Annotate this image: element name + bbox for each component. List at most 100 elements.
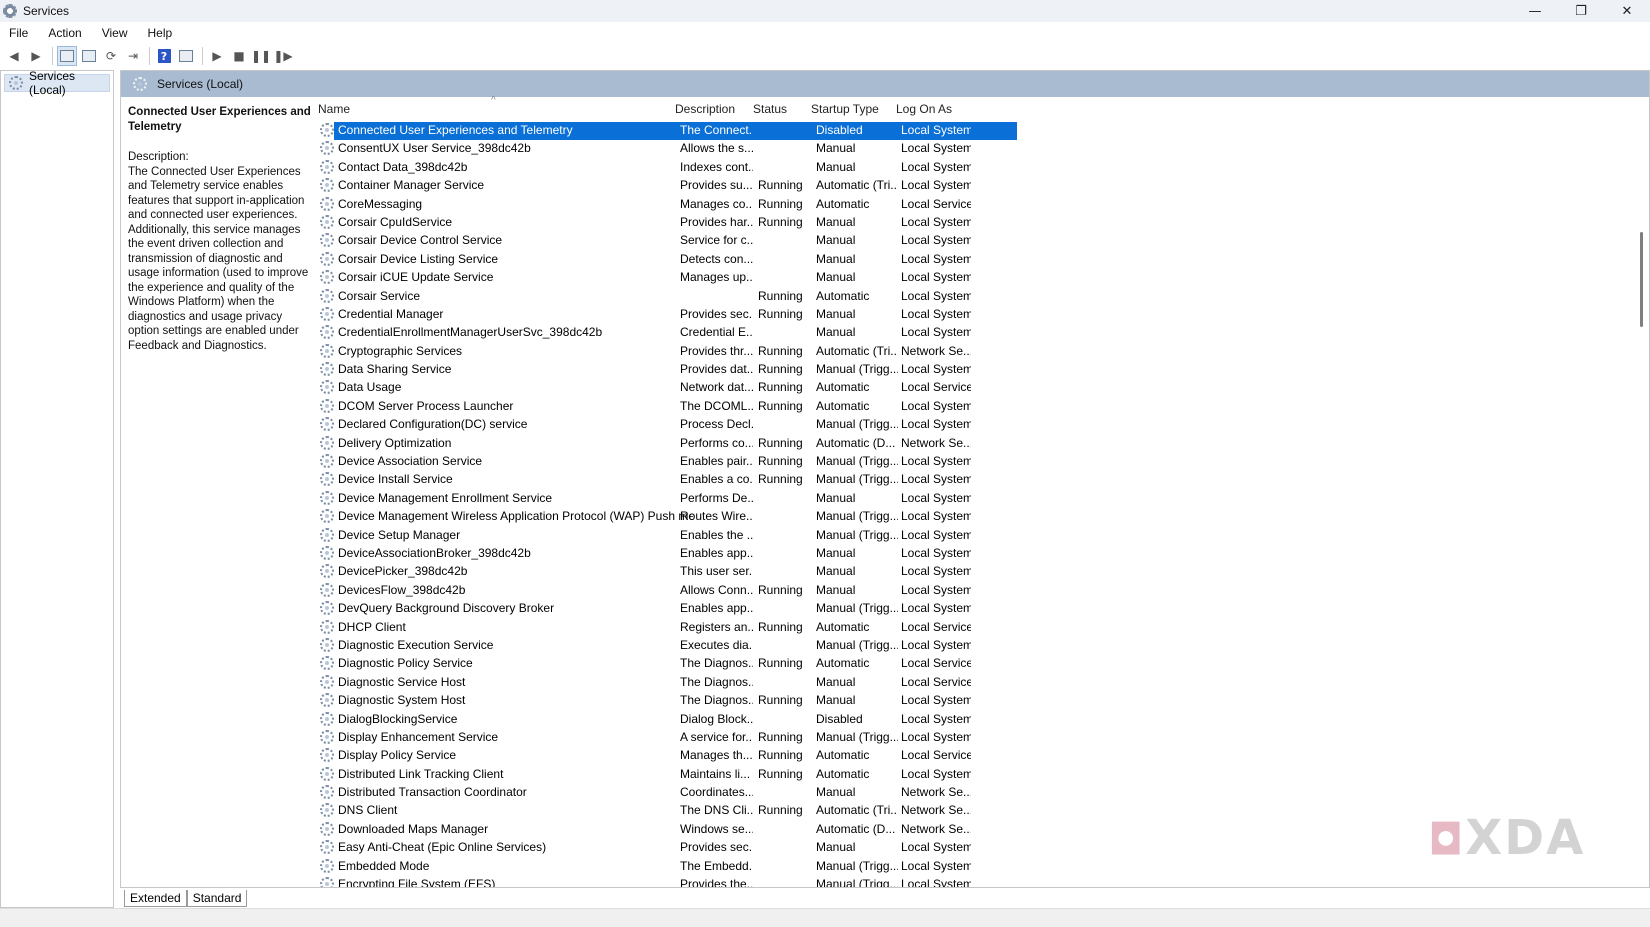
help-icon[interactable]: ? bbox=[154, 46, 174, 66]
start-service-icon[interactable]: ▶ bbox=[207, 46, 227, 66]
table-row[interactable]: DialogBlockingService Dialog Block... Disa… bbox=[318, 711, 1648, 729]
pause-service-icon[interactable]: ❚❚ bbox=[251, 46, 271, 66]
table-row[interactable]: Distributed Transaction Coordinator Coord… bbox=[318, 784, 1648, 802]
menu-help[interactable]: Help bbox=[138, 26, 183, 40]
minimize-button[interactable]: — bbox=[1512, 0, 1558, 22]
service-description: The Diagnos... bbox=[680, 656, 753, 671]
gear-icon bbox=[320, 729, 334, 744]
table-row[interactable]: Encrypting File System (EFS) Provides the… bbox=[318, 876, 1648, 887]
gear-icon bbox=[320, 821, 334, 836]
table-row[interactable]: Device Management Wireless Application P… bbox=[318, 508, 1648, 526]
table-row[interactable]: Delivery Optimization Performs co... Runni… bbox=[318, 435, 1648, 453]
menu-action[interactable]: Action bbox=[38, 26, 91, 40]
column-header-description[interactable]: Description bbox=[675, 102, 735, 116]
service-log-on-as: Local System bbox=[901, 766, 971, 781]
properties-icon[interactable] bbox=[79, 46, 99, 66]
table-row[interactable]: Credential Manager Provides sec... Running… bbox=[318, 306, 1648, 324]
service-startup-type: Automatic bbox=[816, 288, 870, 303]
menu-file[interactable]: File bbox=[0, 26, 38, 40]
show-hide-console-tree-icon[interactable] bbox=[57, 46, 77, 66]
refresh-icon[interactable]: ⟳ bbox=[101, 46, 121, 66]
service-startup-type: Manual bbox=[816, 693, 856, 708]
service-description: Provides sec... bbox=[680, 306, 753, 321]
table-row[interactable]: DeviceAssociationBroker_398dc42b Enables … bbox=[318, 545, 1648, 563]
service-description: Network dat... bbox=[680, 380, 753, 395]
table-row[interactable]: Diagnostic Policy Service The Diagnos... R… bbox=[318, 655, 1648, 673]
service-log-on-as: Local Service bbox=[901, 380, 971, 395]
table-row[interactable]: Device Install Service Enables a co... Run… bbox=[318, 471, 1648, 489]
table-row[interactable]: DevicePicker_398dc42b This user ser... Man… bbox=[318, 563, 1648, 581]
export-list-icon[interactable]: ⇥ bbox=[123, 46, 143, 66]
table-row[interactable]: Device Management Enrollment Service Perf… bbox=[318, 490, 1648, 508]
service-description: A service for... bbox=[680, 729, 753, 744]
table-row[interactable]: Corsair iCUE Update Service Manages up...… bbox=[318, 269, 1648, 287]
table-row[interactable]: Declared Configuration(DC) service Proces… bbox=[318, 416, 1648, 434]
service-description: Service for c... bbox=[680, 233, 753, 248]
table-row[interactable]: DevQuery Background Discovery Broker Enab… bbox=[318, 600, 1648, 618]
restore-button[interactable]: ❐ bbox=[1558, 0, 1604, 22]
service-log-on-as: Local System bbox=[901, 362, 971, 377]
table-row[interactable]: Device Association Service Enables pair..… bbox=[318, 453, 1648, 471]
tab-extended[interactable]: Extended bbox=[124, 889, 187, 907]
service-log-on-as: Local System bbox=[901, 251, 971, 266]
service-name: Device Install Service bbox=[338, 472, 453, 487]
service-description: Allows Conn... bbox=[680, 582, 753, 597]
table-row[interactable]: Connected User Experiences and Telemetry… bbox=[318, 122, 1648, 140]
table-row[interactable]: Container Manager Service Provides su... R… bbox=[318, 177, 1648, 195]
stop-service-icon[interactable]: ■ bbox=[229, 46, 249, 66]
service-startup-type: Manual (Trigg... bbox=[816, 601, 898, 616]
service-status: Running bbox=[758, 693, 803, 708]
tree-item-services-local[interactable]: Services (Local) bbox=[4, 69, 110, 97]
service-status: Running bbox=[758, 472, 803, 487]
table-row[interactable]: CredentialEnrollmentManagerUserSvc_398dc… bbox=[318, 324, 1648, 342]
back-arrow-icon[interactable]: ◀ bbox=[4, 46, 24, 66]
table-row[interactable]: Display Enhancement Service A service for… bbox=[318, 729, 1648, 747]
service-description: Dialog Block... bbox=[680, 711, 753, 726]
service-name: Data Sharing Service bbox=[338, 362, 452, 377]
xda-logo-icon: ◘ bbox=[1428, 815, 1466, 864]
service-name: Device Management Wireless Application P… bbox=[338, 509, 693, 524]
table-row[interactable]: CoreMessaging Manages co... Running Automat… bbox=[318, 196, 1648, 214]
table-row[interactable]: Cryptographic Services Provides thr... Run… bbox=[318, 343, 1648, 361]
column-header-startup-type[interactable]: Startup Type bbox=[811, 102, 879, 116]
service-name: Display Policy Service bbox=[338, 748, 457, 763]
column-header-status[interactable]: Status bbox=[753, 102, 787, 116]
service-log-on-as: Local Service bbox=[901, 619, 971, 634]
service-startup-type: Automatic (Tri... bbox=[816, 178, 898, 193]
forward-arrow-icon[interactable]: ▶ bbox=[26, 46, 46, 66]
column-header-name[interactable]: Name bbox=[318, 102, 350, 116]
close-button[interactable]: ✕ bbox=[1604, 0, 1650, 22]
table-row[interactable]: Data Usage Network dat... Running Automatic… bbox=[318, 379, 1648, 397]
table-row[interactable]: Diagnostic Execution Service Executes dia… bbox=[318, 637, 1648, 655]
vertical-scrollbar[interactable] bbox=[1640, 232, 1643, 327]
gear-icon bbox=[320, 270, 334, 285]
sort-ascending-icon: ^ bbox=[491, 95, 496, 106]
service-log-on-as: Local Service bbox=[901, 656, 971, 671]
menu-view[interactable]: View bbox=[92, 26, 138, 40]
table-row[interactable]: DCOM Server Process Launcher The DCOML...… bbox=[318, 398, 1648, 416]
table-row[interactable]: Display Policy Service Manages th... Runni… bbox=[318, 747, 1648, 765]
table-row[interactable]: Diagnostic System Host The Diagnos... Runn… bbox=[318, 692, 1648, 710]
gear-icon bbox=[320, 325, 334, 340]
tab-standard[interactable]: Standard bbox=[186, 889, 248, 907]
service-name: CoreMessaging bbox=[338, 196, 423, 211]
table-row[interactable]: Corsair CpuIdService Provides har... Runni… bbox=[318, 214, 1648, 232]
table-row[interactable]: DHCP Client Registers an... Running Automat… bbox=[318, 619, 1648, 637]
table-row[interactable]: DevicesFlow_398dc42b Allows Conn... Runnin… bbox=[318, 582, 1648, 600]
table-row[interactable]: Distributed Link Tracking Client Maintain… bbox=[318, 766, 1648, 784]
table-row[interactable]: Corsair Device Listing Service Detects co… bbox=[318, 251, 1648, 269]
table-row[interactable]: Corsair Device Control Service Service fo… bbox=[318, 232, 1648, 250]
description-pane: Connected User Experiences and Telemetry… bbox=[128, 105, 316, 353]
action-pane-icon[interactable] bbox=[176, 46, 196, 66]
column-header-log-on-as[interactable]: Log On As bbox=[896, 102, 952, 116]
table-row[interactable]: Device Setup Manager Enables the ... Manua… bbox=[318, 527, 1648, 545]
table-row[interactable]: Data Sharing Service Provides dat... Runni… bbox=[318, 361, 1648, 379]
table-row[interactable]: Corsair Service Running Automatic Local Sys… bbox=[318, 288, 1648, 306]
table-row[interactable]: Contact Data_398dc42b Indexes cont... Manu… bbox=[318, 159, 1648, 177]
table-row[interactable]: ConsentUX User Service_398dc42b Allows th… bbox=[318, 140, 1648, 158]
table-row[interactable]: Diagnostic Service Host The Diagnos... Man… bbox=[318, 674, 1648, 692]
title-bar: Services — ❐ ✕ bbox=[0, 0, 1650, 22]
resume-service-icon[interactable]: ❚▶ bbox=[273, 46, 293, 66]
service-description: Coordinates... bbox=[680, 785, 753, 800]
service-log-on-as: Local System bbox=[901, 270, 971, 285]
